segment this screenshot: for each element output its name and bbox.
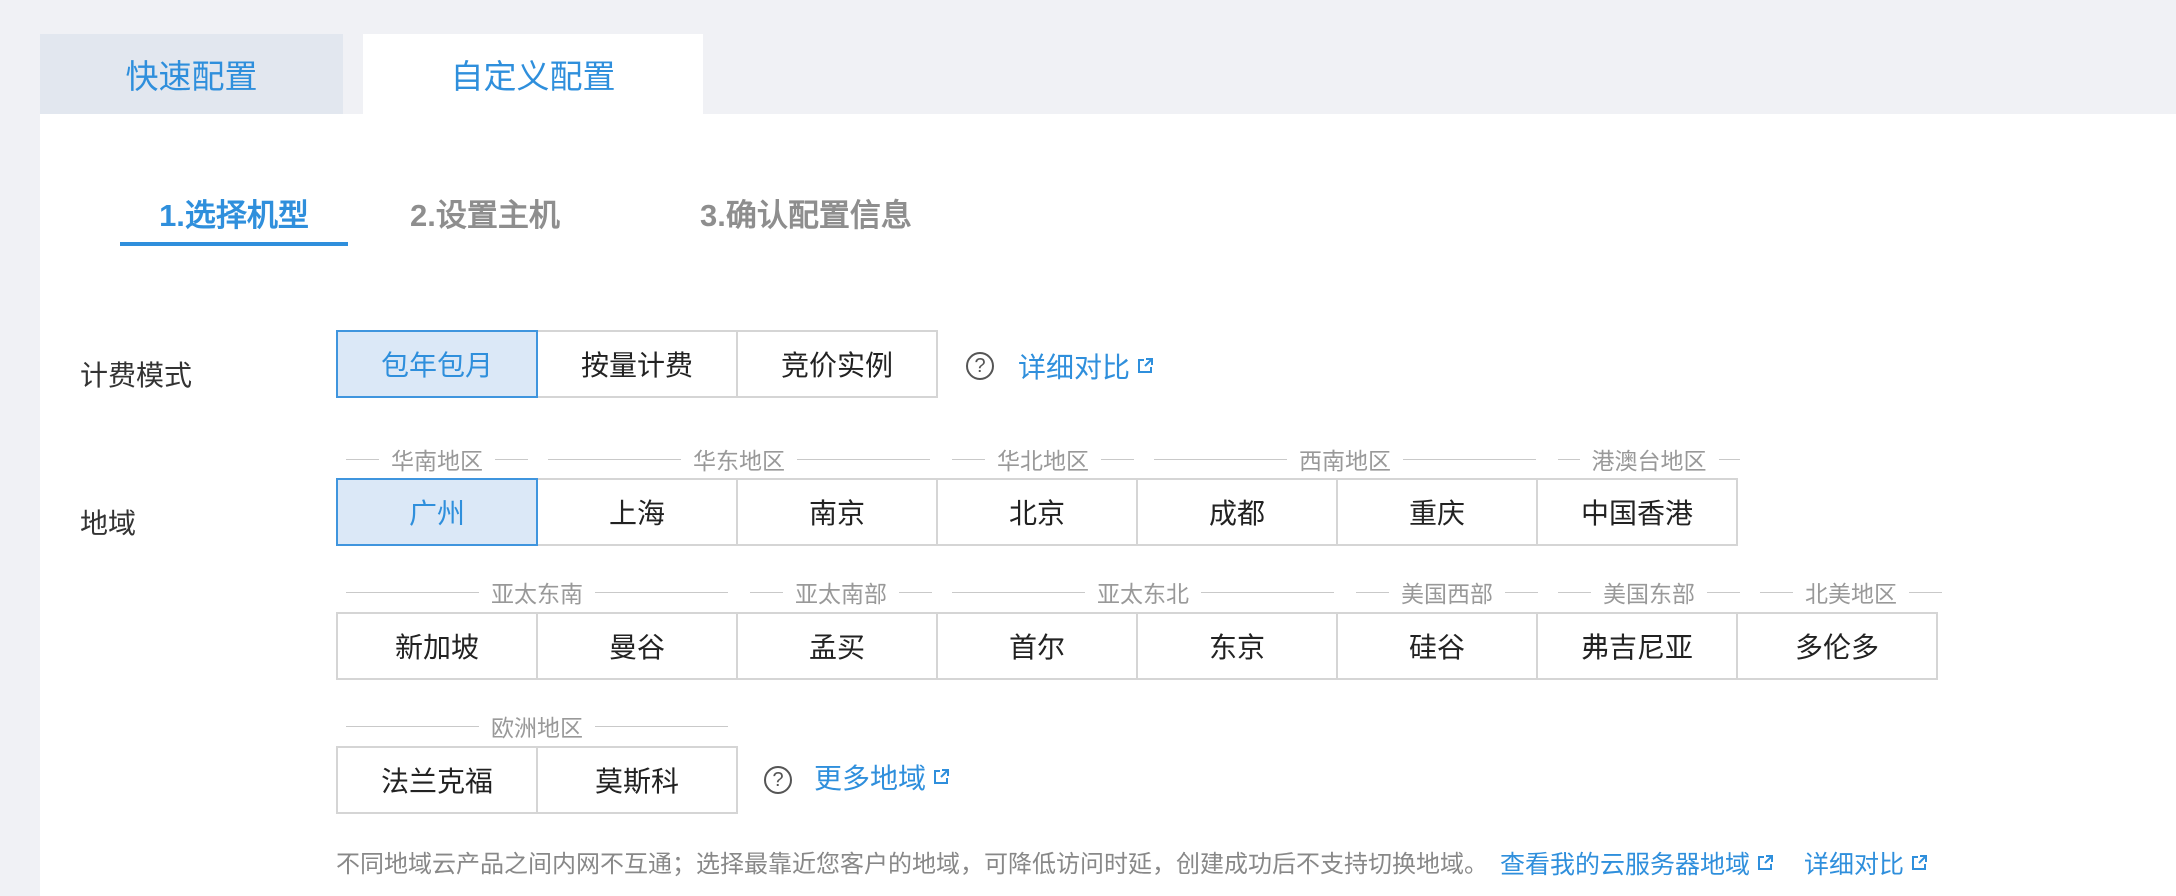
region-row-2: 新加坡 曼谷 孟买 首尔 东京 硅谷 弗吉尼亚 多伦多: [336, 612, 1938, 680]
group-header-north-america: 北美地区: [1760, 577, 1942, 607]
region-hong-kong[interactable]: 中国香港: [1536, 478, 1738, 546]
step-confirm-config[interactable]: 3.确认配置信息: [700, 190, 912, 235]
region-guangzhou[interactable]: 广州: [336, 478, 538, 546]
region-virginia[interactable]: 弗吉尼亚: [1536, 612, 1738, 680]
group-header-hk-macau-tw: 港澳台地区: [1558, 444, 1740, 474]
group-header-east-china: 华东地区: [548, 444, 930, 474]
region-label: 地域: [80, 508, 137, 539]
active-step-indicator: [120, 242, 348, 246]
tab-custom-config[interactable]: 自定义配置: [363, 34, 703, 114]
my-cvm-regions-link-text: 查看我的云服务器地域: [1500, 851, 1751, 879]
config-mode-tabs: 快速配置 自定义配置: [40, 34, 2176, 114]
region-note: 不同地域云产品之间内网不互通；选择最靠近您客户的地域，可降低访问时延，创建成功后…: [336, 851, 1488, 878]
external-link-icon: [1138, 358, 1154, 373]
question-circle-icon[interactable]: ?: [764, 766, 792, 794]
region-silicon-valley[interactable]: 硅谷: [1336, 612, 1538, 680]
my-cvm-regions-link[interactable]: 查看我的云服务器地域: [1500, 845, 1774, 881]
group-header-north-china: 华北地区: [952, 444, 1134, 474]
external-link-icon: [1758, 855, 1774, 870]
group-header-southwest-china: 西南地区: [1154, 444, 1536, 474]
billing-mode-label: 计费模式: [80, 360, 193, 391]
region-row-1: 广州 上海 南京 北京 成都 重庆 中国香港: [336, 478, 1738, 546]
billing-option-spot[interactable]: 竞价实例: [736, 330, 938, 398]
group-header-asia-pacific-southeast: 亚太东南: [346, 577, 728, 607]
billing-mode-selector: 包年包月 按量计费 竞价实例: [336, 330, 938, 398]
region-compare-link[interactable]: 详细对比: [1804, 845, 1928, 881]
region-nanjing[interactable]: 南京: [736, 478, 938, 546]
region-bangkok[interactable]: 曼谷: [536, 612, 738, 680]
group-header-south-china: 华南地区: [346, 444, 528, 474]
more-regions-link[interactable]: 更多地域: [814, 757, 950, 797]
region-frankfurt[interactable]: 法兰克福: [336, 746, 538, 814]
region-singapore[interactable]: 新加坡: [336, 612, 538, 680]
region-chongqing[interactable]: 重庆: [1336, 478, 1538, 546]
tab-quick-config[interactable]: 快速配置: [40, 34, 343, 114]
billing-option-pay-as-you-go[interactable]: 按量计费: [536, 330, 738, 398]
group-header-asia-pacific-northeast: 亚太东北: [952, 577, 1334, 607]
region-mumbai[interactable]: 孟买: [736, 612, 938, 680]
region-chengdu[interactable]: 成都: [1136, 478, 1338, 546]
billing-option-monthly[interactable]: 包年包月: [336, 330, 538, 398]
group-header-asia-pacific-south: 亚太南部: [750, 577, 932, 607]
external-link-icon: [1912, 855, 1928, 870]
group-header-us-west: 美国西部: [1356, 577, 1538, 607]
region-shanghai[interactable]: 上海: [536, 478, 738, 546]
step-set-host[interactable]: 2.设置主机: [410, 190, 560, 235]
region-moscow[interactable]: 莫斯科: [536, 746, 738, 814]
more-regions-link-text: 更多地域: [814, 763, 927, 794]
step-select-model[interactable]: 1.选择机型: [120, 190, 348, 235]
question-circle-icon[interactable]: ?: [966, 352, 994, 380]
region-toronto[interactable]: 多伦多: [1736, 612, 1938, 680]
external-link-icon: [934, 769, 950, 784]
group-header-us-east: 美国东部: [1558, 577, 1740, 607]
billing-compare-link[interactable]: 详细对比: [1018, 346, 1154, 386]
region-compare-link-text: 详细对比: [1804, 851, 1905, 879]
region-beijing[interactable]: 北京: [936, 478, 1138, 546]
region-row-3: 法兰克福 莫斯科: [336, 746, 738, 814]
billing-compare-link-text: 详细对比: [1018, 352, 1131, 383]
region-tokyo[interactable]: 东京: [1136, 612, 1338, 680]
group-header-europe: 欧洲地区: [346, 711, 728, 741]
region-seoul[interactable]: 首尔: [936, 612, 1138, 680]
